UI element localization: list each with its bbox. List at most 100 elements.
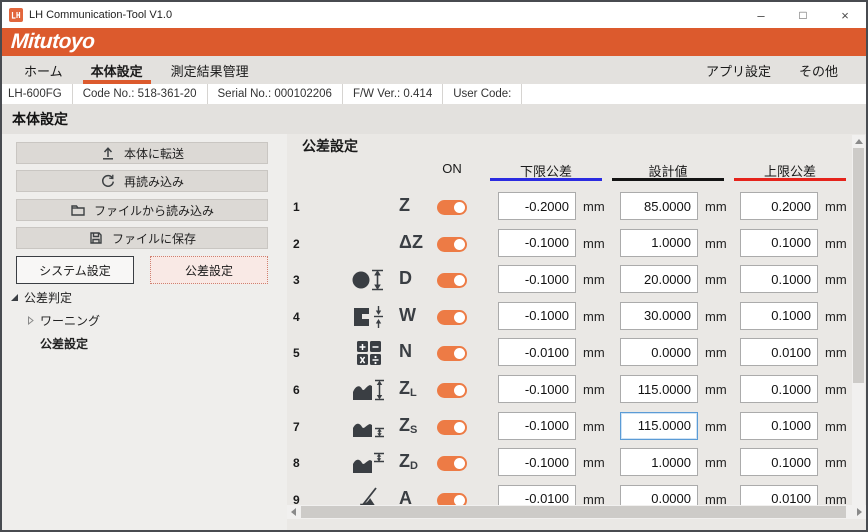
upper-tolerance-input[interactable] bbox=[740, 265, 818, 294]
tolerance-row: 8 ZD mm mm mm bbox=[287, 448, 866, 478]
tree-node-label: ワーニング bbox=[40, 314, 101, 328]
design-value-input[interactable] bbox=[620, 228, 698, 257]
system-settings-button[interactable]: システム設定 bbox=[16, 256, 134, 284]
tree-expanded-icon bbox=[11, 294, 18, 301]
tab-device-settings[interactable]: 本体設定 bbox=[77, 56, 157, 84]
upper-tolerance-input[interactable] bbox=[740, 375, 818, 403]
toggle-knob bbox=[454, 311, 465, 323]
design-value-input[interactable] bbox=[620, 448, 698, 477]
scroll-up-icon[interactable] bbox=[852, 135, 865, 147]
row-number: 2 bbox=[293, 236, 300, 251]
scroll-right-icon[interactable] bbox=[853, 505, 866, 519]
tree-node-warning[interactable]: ワーニング bbox=[26, 312, 100, 329]
unit-label: mm bbox=[705, 272, 727, 288]
device-serial-no: Serial No.: 000102206 bbox=[208, 84, 343, 104]
refresh-icon bbox=[102, 174, 115, 187]
on-toggle[interactable] bbox=[437, 346, 467, 362]
load-from-file-button[interactable]: ファイルから読み込み bbox=[16, 199, 268, 221]
toggle-knob bbox=[454, 458, 465, 470]
tree-node-tolerance-setting[interactable]: 公差設定 bbox=[40, 335, 88, 352]
calculator-icon bbox=[343, 339, 395, 367]
design-value-input[interactable] bbox=[620, 265, 698, 294]
on-toggle[interactable] bbox=[437, 456, 467, 472]
device-info-bar: LH-600FG Code No.: 518-361-20 Serial No.… bbox=[2, 84, 866, 104]
toggle-knob bbox=[454, 202, 465, 213]
tolerance-row: 2 ΔZ mm mm mm bbox=[287, 228, 866, 259]
scroll-left-icon[interactable] bbox=[287, 505, 300, 519]
tab-app-settings[interactable]: アプリ設定 bbox=[692, 56, 785, 84]
lower-tolerance-input[interactable] bbox=[498, 192, 576, 220]
upper-tolerance-input[interactable] bbox=[740, 301, 818, 330]
tree-collapsed-icon bbox=[28, 316, 34, 325]
unit-label: mm bbox=[705, 199, 727, 214]
unit-label: mm bbox=[825, 455, 847, 471]
lower-tolerance-input[interactable] bbox=[498, 448, 576, 477]
device-fw-version: F/W Ver.: 0.414 bbox=[343, 84, 444, 104]
upload-icon bbox=[102, 147, 113, 160]
lower-tolerance-input[interactable] bbox=[498, 375, 576, 403]
row-number: 8 bbox=[293, 456, 300, 471]
maximize-icon[interactable]: □ bbox=[782, 2, 824, 28]
upper-tolerance-input[interactable] bbox=[740, 411, 818, 440]
upper-tolerance-input[interactable] bbox=[740, 448, 818, 477]
tree-node-label: 公差設定 bbox=[40, 337, 89, 351]
horizontal-scrollbar[interactable] bbox=[287, 505, 866, 519]
horizontal-scroll-thumb[interactable] bbox=[301, 506, 846, 518]
unit-label: mm bbox=[705, 345, 727, 361]
design-value-input[interactable] bbox=[620, 375, 698, 403]
transfer-to-device-button[interactable]: 本体に転送 bbox=[16, 142, 268, 164]
no-icon bbox=[343, 193, 395, 221]
vertical-scroll-thumb[interactable] bbox=[853, 148, 864, 383]
tree-node-tolerance-judgement[interactable]: 公差判定 bbox=[10, 289, 72, 306]
tab-home[interactable]: ホーム bbox=[10, 56, 77, 84]
on-toggle[interactable] bbox=[437, 236, 467, 252]
lower-tolerance-input[interactable] bbox=[498, 301, 576, 330]
unit-label: mm bbox=[825, 272, 847, 288]
unit-label: mm bbox=[705, 455, 727, 471]
save-to-file-button[interactable]: ファイルに保存 bbox=[16, 227, 268, 249]
minimize-icon[interactable]: – bbox=[740, 2, 782, 28]
lower-tolerance-input[interactable] bbox=[498, 265, 576, 294]
design-value-input[interactable] bbox=[620, 192, 698, 220]
on-toggle[interactable] bbox=[437, 309, 467, 325]
circle-diameter-icon bbox=[343, 266, 395, 294]
toggle-knob bbox=[454, 348, 465, 360]
device-code-no: Code No.: 518-361-20 bbox=[73, 84, 208, 104]
app-window: LH Communication-Tool V1.0 – □ × Mitutoy… bbox=[0, 0, 868, 532]
tolerance-row: 5 N mm mm mm bbox=[287, 338, 866, 368]
upper-tolerance-input[interactable] bbox=[740, 192, 818, 220]
mode-button-label: 公差設定 bbox=[184, 263, 233, 278]
design-value-input[interactable] bbox=[620, 301, 698, 330]
action-button-label: ファイルから読み込み bbox=[93, 203, 214, 218]
device-model: LH-600FG bbox=[2, 84, 73, 104]
unit-label: mm bbox=[583, 308, 605, 324]
save-icon bbox=[90, 232, 102, 244]
upper-tolerance-input[interactable] bbox=[740, 228, 818, 257]
on-toggle[interactable] bbox=[437, 419, 467, 435]
tolerance-row: 6 ZL mm mm mm bbox=[287, 375, 866, 405]
on-toggle[interactable] bbox=[437, 200, 467, 215]
action-button-label: ファイルに保存 bbox=[111, 231, 196, 246]
reload-button[interactable]: 再読み込み bbox=[16, 170, 268, 192]
lower-tolerance-input[interactable] bbox=[498, 228, 576, 257]
valley-height-icon bbox=[343, 413, 395, 441]
unit-label: mm bbox=[705, 308, 727, 324]
lower-tolerance-input[interactable] bbox=[498, 338, 576, 367]
tab-measurement-results[interactable]: 測定結果管理 bbox=[157, 56, 263, 84]
tolerance-settings-button[interactable]: 公差設定 bbox=[150, 256, 268, 284]
unit-label: mm bbox=[583, 272, 605, 288]
lower-tolerance-input[interactable] bbox=[498, 411, 576, 440]
page-title: 本体設定 bbox=[12, 111, 68, 127]
unit-label: mm bbox=[705, 235, 727, 251]
design-value-input[interactable] bbox=[620, 411, 698, 440]
on-toggle[interactable] bbox=[437, 383, 467, 398]
design-value-input[interactable] bbox=[620, 338, 698, 367]
vertical-scrollbar[interactable] bbox=[852, 135, 865, 514]
tab-others[interactable]: その他 bbox=[785, 56, 852, 84]
brand-bar: Mitutoyo bbox=[2, 28, 866, 56]
close-icon[interactable]: × bbox=[824, 2, 866, 28]
upper-tolerance-input[interactable] bbox=[740, 338, 818, 367]
on-toggle[interactable] bbox=[437, 273, 467, 289]
tree-node-label: 公差判定 bbox=[24, 291, 73, 305]
